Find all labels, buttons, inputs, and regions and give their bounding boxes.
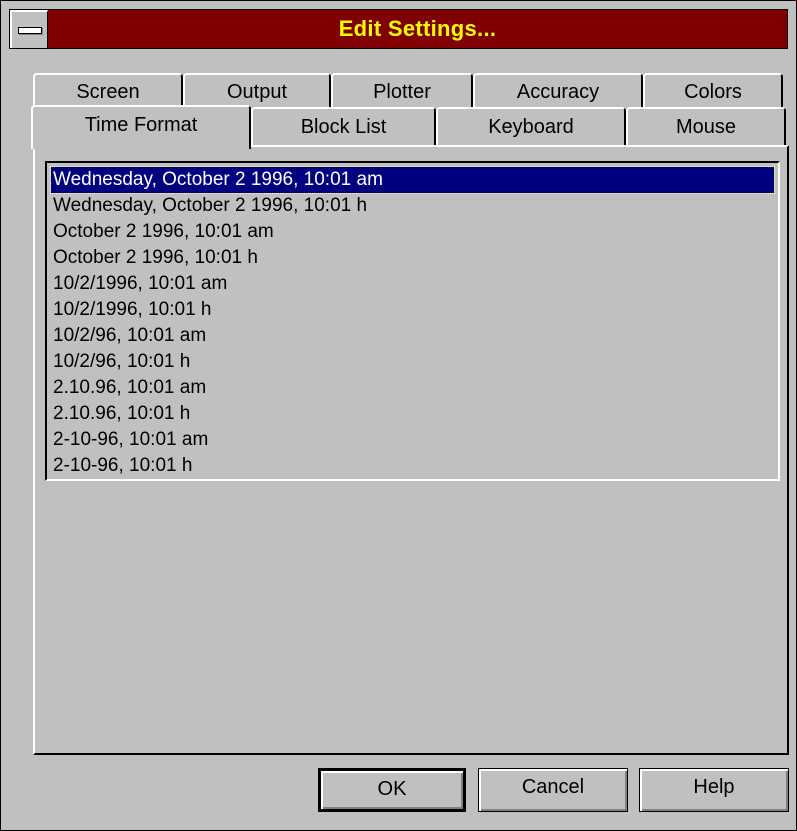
system-menu-button[interactable] <box>10 10 48 48</box>
tab-plotter[interactable]: Plotter <box>331 73 473 107</box>
help-button[interactable]: Help <box>639 768 789 812</box>
tab-mouse[interactable]: Mouse <box>626 107 786 145</box>
tab-time-format[interactable]: Time Format <box>31 105 251 149</box>
tab-label: Block List <box>300 116 387 138</box>
tab-colors[interactable]: Colors <box>643 73 783 107</box>
list-item[interactable]: 10/2/96, 10:01 h <box>51 349 778 375</box>
list-item[interactable]: 10/2/96, 10:01 am <box>51 323 778 349</box>
dialog-title: Edit Settings... <box>338 16 497 41</box>
list-item[interactable]: 2.10.96, 10:01 am <box>51 375 778 401</box>
list-item[interactable]: October 2 1996, 10:01 h <box>51 245 778 271</box>
tab-keyboard[interactable]: Keyboard <box>436 107 626 145</box>
tab-label: Accuracy <box>516 81 600 103</box>
edit-settings-dialog: Edit Settings... Screen Output Plotter A… <box>0 0 797 831</box>
tab-label: Keyboard <box>488 116 574 138</box>
time-format-listbox[interactable]: Wednesday, October 2 1996, 10:01 am Wedn… <box>45 161 780 481</box>
list-item[interactable]: October 2 1996, 10:01 am <box>51 219 778 245</box>
list-item[interactable]: 2.10.96, 10:01 h <box>51 401 778 427</box>
title-bar[interactable]: Edit Settings... <box>9 9 788 49</box>
tab-label: Output <box>226 81 288 103</box>
tab-label: Mouse <box>675 116 737 138</box>
cancel-button[interactable]: Cancel <box>478 768 628 812</box>
list-item[interactable]: Wednesday, October 2 1996, 10:01 h <box>51 193 778 219</box>
list-item[interactable]: 10/2/1996, 10:01 am <box>51 271 778 297</box>
ok-button[interactable]: OK <box>318 768 466 812</box>
time-format-panel: Wednesday, October 2 1996, 10:01 am Wedn… <box>33 145 789 755</box>
tab-output[interactable]: Output <box>183 73 331 107</box>
tab-label: Time Format <box>84 114 198 136</box>
tab-accuracy[interactable]: Accuracy <box>473 73 643 107</box>
tab-label: Colors <box>684 81 742 103</box>
list-item[interactable]: 2-10-96, 10:01 h <box>51 453 778 479</box>
system-menu-icon <box>18 27 42 34</box>
tab-block-list[interactable]: Block List <box>251 107 436 145</box>
list-item[interactable]: Wednesday, October 2 1996, 10:01 am <box>50 166 775 194</box>
tab-label: Plotter <box>373 81 431 103</box>
tab-label: Screen <box>76 81 140 103</box>
list-item[interactable]: 10/2/1996, 10:01 h <box>51 297 778 323</box>
tab-screen[interactable]: Screen <box>33 73 183 107</box>
list-item[interactable]: 2-10-96, 10:01 am <box>51 427 778 453</box>
